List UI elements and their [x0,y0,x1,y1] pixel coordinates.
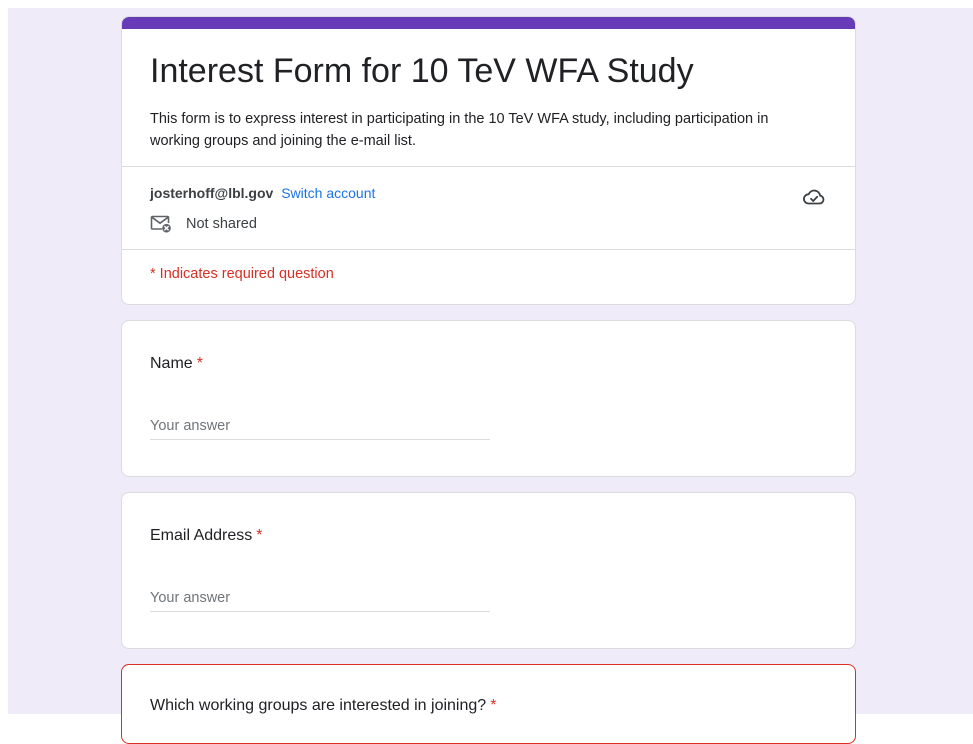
header-divider [122,166,855,167]
switch-account-link[interactable]: Switch account [281,185,375,201]
form-header-card: Interest Form for 10 TeV WFA Study This … [121,16,856,305]
question-card-working-groups: Which working groups are interested in j… [121,664,856,744]
question-card-name: Name * [121,320,856,477]
required-asterisk: * [256,527,263,544]
question-card-email: Email Address * [121,492,856,649]
question-title: Name * [150,352,203,376]
account-row: josterhoff@lbl.gov Switch account [150,183,375,203]
email-answer-input[interactable] [150,585,490,612]
theme-accent-bar [122,17,855,29]
name-answer-input[interactable] [150,413,490,440]
question-title: Which working groups are interested in j… [150,694,496,718]
required-question-note: * Indicates required question [150,266,334,282]
question-label: Email Address [150,527,253,544]
form-description: This form is to express interest in part… [150,111,769,149]
question-label: Name [150,355,193,372]
sharing-status-text: Not shared [186,216,257,232]
cloud-check-icon[interactable] [802,185,826,209]
account-email: josterhoff@lbl.gov [150,185,274,201]
form-title: Interest Form for 10 TeV WFA Study [150,52,694,90]
question-title: Email Address * [150,524,263,548]
required-asterisk: * [490,697,497,714]
account-divider [122,249,855,250]
sharing-status-row: Not shared [150,213,257,235]
mail-off-icon [150,215,171,233]
question-label: Which working groups are interested in j… [150,697,487,714]
required-asterisk: * [196,355,203,372]
